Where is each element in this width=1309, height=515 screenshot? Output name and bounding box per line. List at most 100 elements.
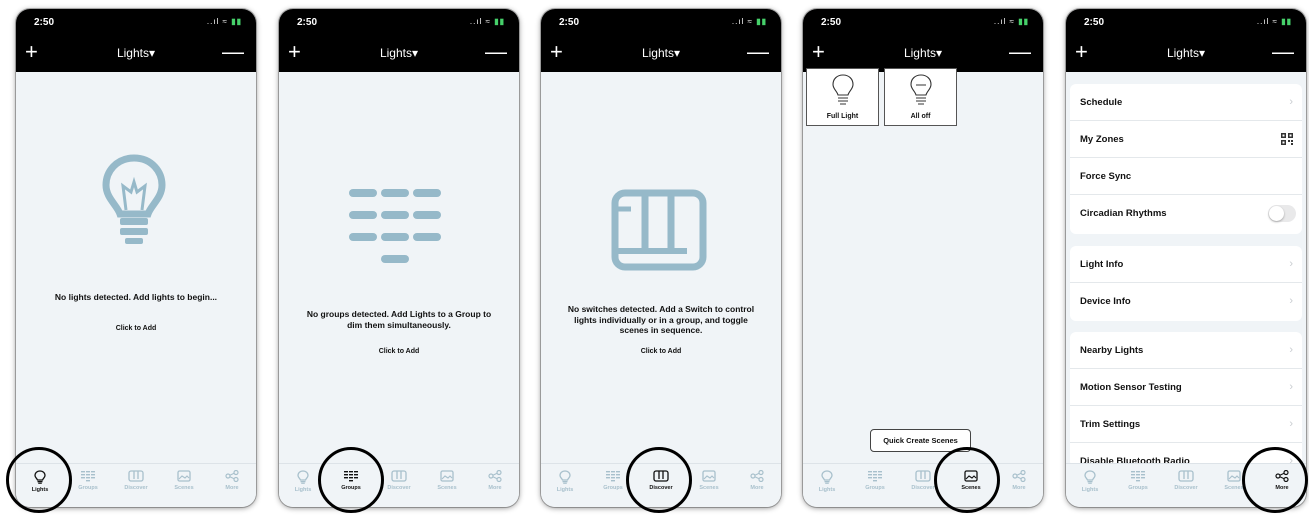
lightbulb-icon: [821, 470, 833, 484]
settings-group-1: Schedule › My Zones Force Sync Circadian…: [1070, 84, 1302, 234]
tab-more[interactable]: More: [208, 470, 256, 491]
highlight-ring-more: [1242, 447, 1308, 513]
row-circadian-rhythms: Circadian Rhythms: [1070, 195, 1302, 232]
discover-empty-state: No switches detected. Add a Switch to co…: [541, 72, 781, 463]
groups-icon: [1131, 471, 1145, 482]
tab-discover[interactable]: Discover: [1162, 470, 1210, 491]
tab-lights[interactable]: Lights: [803, 470, 851, 493]
circadian-toggle[interactable]: [1268, 205, 1296, 222]
status-time: 2:50: [297, 17, 318, 28]
scene-card-all-off[interactable]: All off: [884, 68, 957, 126]
status-icons: ..ıl ≈ ▮▮: [469, 17, 505, 26]
share-icon: [225, 470, 239, 482]
status-icons: ..ıl ≈ ▮▮: [731, 17, 767, 26]
lights-dropdown[interactable]: Lights▾: [541, 46, 781, 60]
tab-discover[interactable]: Discover: [112, 470, 160, 491]
share-icon: [750, 470, 764, 482]
phone-more-screen: 2:50 ..ıl ≈ ▮▮ + Lights▾ — Schedule › My…: [1066, 9, 1306, 507]
lightbulb-icon: [832, 74, 854, 105]
tab-bar: Lights Groups Discover Scenes More: [803, 463, 1043, 507]
switch-panel-icon: [611, 189, 707, 271]
row-motion-sensor-testing[interactable]: Motion Sensor Testing ›: [1070, 369, 1302, 406]
status-time: 2:50: [821, 17, 842, 28]
remove-button[interactable]: —: [485, 39, 507, 65]
nav-bar: + Lights▾ —: [16, 34, 256, 72]
image-icon: [440, 470, 454, 482]
row-trim-settings[interactable]: Trim Settings ›: [1070, 406, 1302, 443]
phone-groups-screen: 2:50 ..ıl ≈ ▮▮ + Lights▾ — No groups det…: [279, 9, 519, 507]
lights-dropdown[interactable]: Lights▾: [279, 46, 519, 60]
groups-icon: [868, 471, 882, 482]
switch-panel-icon: [915, 470, 931, 482]
image-icon: [177, 470, 191, 482]
lightbulb-icon: [1084, 470, 1096, 484]
row-device-info[interactable]: Device Info ›: [1070, 283, 1302, 320]
scene-card-full-light[interactable]: Full Light: [806, 68, 879, 126]
chevron-right-icon: ›: [1289, 418, 1293, 430]
tab-more[interactable]: More: [733, 470, 781, 491]
click-to-add-button[interactable]: Click to Add: [541, 348, 781, 355]
row-my-zones[interactable]: My Zones: [1070, 121, 1302, 158]
qr-code-icon: [1281, 133, 1293, 145]
chevron-right-icon: ›: [1289, 258, 1293, 270]
lights-dropdown[interactable]: Lights▾: [803, 46, 1043, 60]
phone-lights-screen: 2:50 ..ıl ≈ ▮▮ + Lights▾ — No lights det…: [16, 9, 256, 507]
image-icon: [702, 470, 716, 482]
switch-panel-icon: [1178, 470, 1194, 482]
highlight-ring-discover: [626, 447, 692, 513]
row-light-info[interactable]: Light Info ›: [1070, 246, 1302, 283]
nav-bar: + Lights▾ —: [541, 34, 781, 72]
remove-button[interactable]: —: [222, 39, 244, 65]
click-to-add-button[interactable]: Click to Add: [279, 348, 519, 355]
tab-scenes[interactable]: Scenes: [423, 470, 471, 491]
switch-panel-icon: [128, 470, 144, 482]
tab-scenes[interactable]: Scenes: [685, 470, 733, 491]
chevron-right-icon: ›: [1289, 344, 1293, 356]
groups-icon: [81, 471, 95, 482]
groups-icon: [606, 471, 620, 482]
groups-icon: [349, 189, 441, 263]
tab-more[interactable]: More: [995, 470, 1043, 491]
empty-message: No lights detected. Add lights to begin.…: [54, 292, 218, 302]
status-icons: ..ıl ≈ ▮▮: [1256, 17, 1292, 26]
nav-bar: + Lights▾ —: [803, 34, 1043, 72]
switch-panel-icon: [391, 470, 407, 482]
highlight-ring-scenes: [934, 447, 1000, 513]
remove-button[interactable]: —: [1272, 39, 1294, 65]
toggle-knob: [1269, 206, 1284, 221]
tab-scenes[interactable]: Scenes: [160, 470, 208, 491]
status-time: 2:50: [34, 17, 55, 28]
row-nearby-lights[interactable]: Nearby Lights ›: [1070, 332, 1302, 369]
scene-label: Full Light: [826, 113, 859, 120]
remove-button[interactable]: —: [747, 39, 769, 65]
phone-scenes-screen: 2:50 ..ıl ≈ ▮▮ + Lights▾ — Full Light Al…: [803, 9, 1043, 507]
lightbulb-icon: [559, 470, 571, 484]
click-to-add-button[interactable]: Click to Add: [16, 325, 256, 332]
status-time: 2:50: [1084, 17, 1105, 28]
status-bar: 2:50 ..ıl ≈ ▮▮: [803, 9, 1043, 34]
highlight-ring-lights: [6, 447, 72, 513]
status-time: 2:50: [559, 17, 580, 28]
highlight-ring-groups: [318, 447, 384, 513]
status-bar: 2:50 ..ıl ≈ ▮▮: [279, 9, 519, 34]
lightbulb-icon: [102, 154, 166, 244]
lights-dropdown[interactable]: Lights▾: [1066, 46, 1306, 60]
scene-label: All off: [910, 113, 931, 120]
chevron-right-icon: ›: [1289, 295, 1293, 307]
tab-lights[interactable]: Lights: [541, 470, 589, 493]
row-schedule[interactable]: Schedule ›: [1070, 84, 1302, 121]
tab-groups[interactable]: Groups: [851, 470, 899, 491]
lightbulb-off-icon: [910, 74, 932, 105]
tab-groups[interactable]: Groups: [1114, 470, 1162, 491]
tab-lights[interactable]: Lights: [1066, 470, 1114, 493]
remove-button[interactable]: —: [1009, 39, 1031, 65]
chevron-right-icon: ›: [1289, 96, 1293, 108]
row-force-sync[interactable]: Force Sync: [1070, 158, 1302, 195]
status-bar: 2:50 ..ıl ≈ ▮▮: [541, 9, 781, 34]
groups-empty-state: No groups detected. Add Lights to a Grou…: [279, 72, 519, 463]
lights-dropdown[interactable]: Lights▾: [16, 46, 256, 60]
tab-more[interactable]: More: [471, 470, 519, 491]
status-icons: ..ıl ≈ ▮▮: [993, 17, 1029, 26]
image-icon: [1227, 470, 1241, 482]
status-bar: 2:50 ..ıl ≈ ▮▮: [1066, 9, 1306, 34]
